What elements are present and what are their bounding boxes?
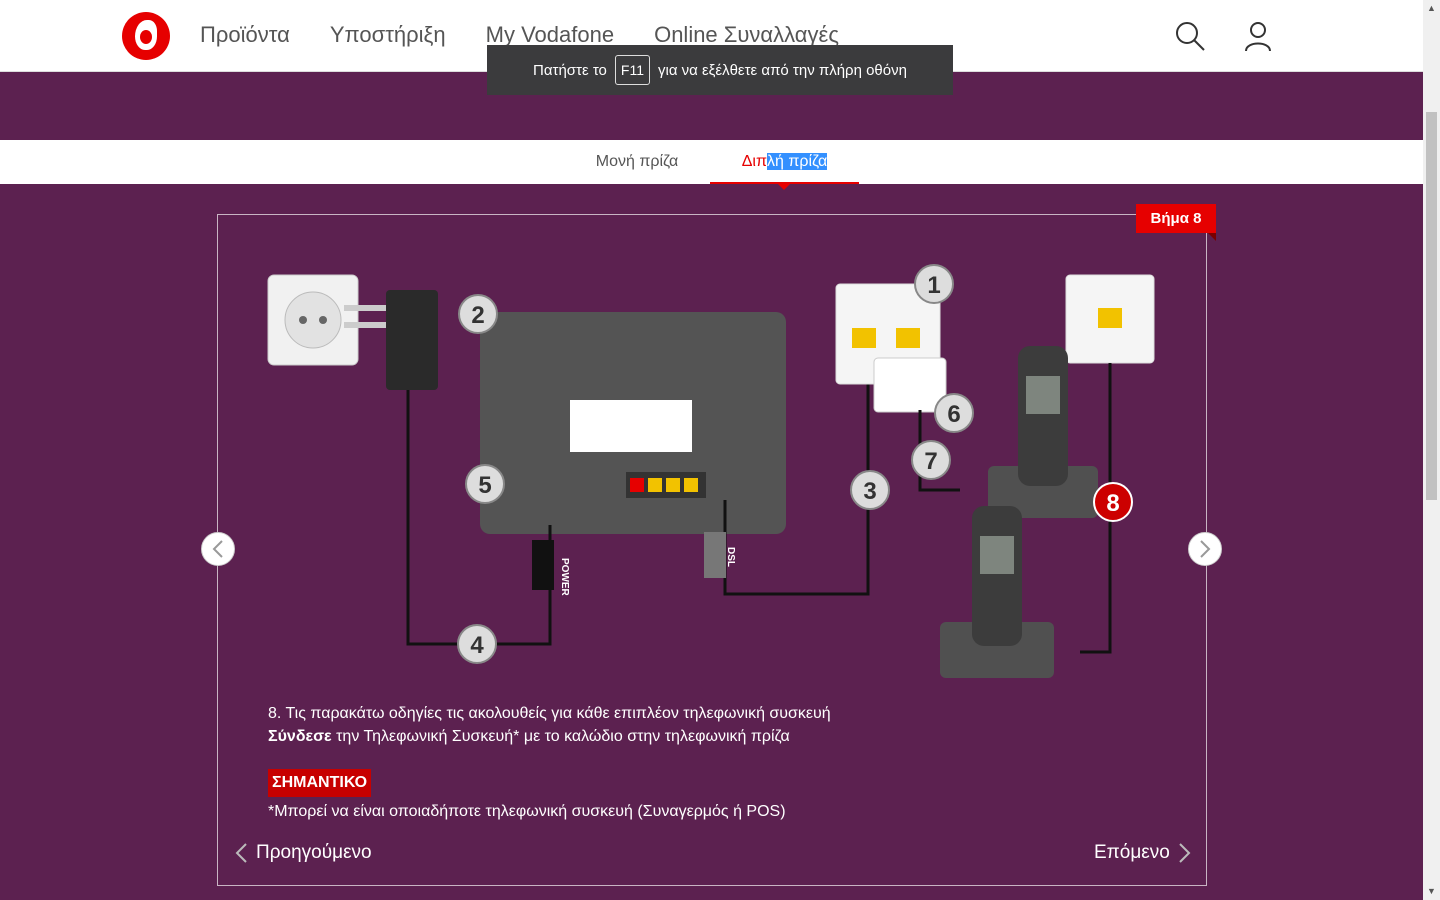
connection-diagram: POWER DSL 1 2 3 4 5 6 7 8	[267, 264, 1155, 678]
page-scrollbar[interactable]: ▲ ▼	[1423, 0, 1440, 900]
step-description: 8. Τις παρακάτω οδηγίες τις ακολουθείς γ…	[268, 702, 1158, 748]
nav-products[interactable]: Προϊόντα	[200, 22, 290, 48]
dsl-label: DSL	[725, 547, 736, 567]
step-line-2: Σύνδεσε την Τηλεφωνική Συσκευή* με το κα…	[268, 728, 790, 745]
marker-6: 6	[947, 401, 960, 428]
tab-double-socket[interactable]: Διπλή πρίζα	[710, 140, 859, 184]
step-line-1: 8. Τις παρακάτω οδηγίες τις ακολουθείς γ…	[268, 705, 831, 722]
vodafone-logo[interactable]	[122, 12, 170, 60]
power-label: POWER	[559, 558, 570, 597]
scroll-thumb[interactable]	[1426, 112, 1437, 500]
phone-handset-1	[1018, 346, 1068, 486]
marker-5: 5	[478, 472, 491, 499]
phone-handset-2	[972, 506, 1022, 646]
search-icon[interactable]	[1174, 20, 1206, 52]
f11-key: F11	[614, 55, 650, 85]
selected-text: λή πρίζα	[767, 153, 828, 170]
marker-8: 8	[1106, 490, 1119, 517]
toast-text-before: Πατήστε το	[533, 61, 607, 79]
marker-3: 3	[863, 478, 876, 505]
tab-single-socket[interactable]: Μονή πρίζα	[580, 140, 694, 184]
chevron-left-icon	[212, 540, 223, 558]
router-label	[570, 400, 692, 452]
socket-tabs: Μονή πρίζα Διπλή πρίζα	[0, 140, 1423, 184]
scroll-up-arrow[interactable]: ▲	[1423, 0, 1440, 17]
power-adapter	[386, 290, 438, 390]
carousel-prev-button[interactable]	[201, 532, 235, 566]
active-tab-caret	[777, 183, 791, 190]
chevron-right-icon	[1200, 540, 1211, 558]
important-badge: ΣΗΜΑΝΤΙΚΟ	[268, 769, 372, 797]
scroll-down-arrow[interactable]: ▼	[1423, 883, 1440, 900]
carousel-next-button[interactable]	[1188, 532, 1222, 566]
important-note: *Μπορεί να είναι οποιαδήποτε τηλεφωνική …	[268, 803, 786, 820]
toast-text-after: για να εξέλθετε από την πλήρη οθόνη	[657, 61, 907, 79]
user-icon[interactable]	[1242, 20, 1274, 52]
fullscreen-notice: Πατήστε το F11 για να εξέλθετε από την π…	[487, 45, 953, 95]
splitter	[873, 357, 947, 413]
previous-step-link[interactable]: Προηγούμενο	[234, 842, 372, 864]
marker-4: 4	[470, 632, 484, 659]
chevron-right-icon	[1179, 843, 1191, 863]
step-badge: Βήμα 8	[1136, 204, 1216, 241]
marker-2: 2	[471, 302, 484, 329]
next-step-link[interactable]: Επόμενο	[1094, 842, 1192, 864]
marker-7: 7	[924, 448, 937, 475]
nav-support[interactable]: Υποστήριξη	[330, 22, 446, 48]
marker-1: 1	[927, 272, 940, 299]
chevron-left-icon	[235, 843, 247, 863]
